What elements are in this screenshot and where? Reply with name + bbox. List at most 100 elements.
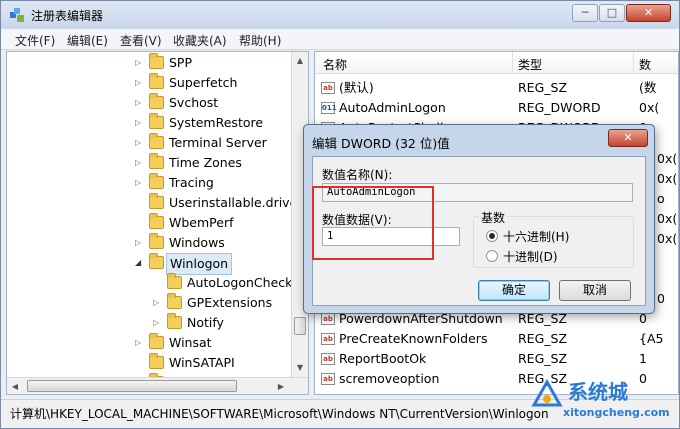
expand-arrow-icon[interactable]: ▷ [135,113,141,133]
scroll-thumb[interactable] [294,317,306,335]
value-type: REG_SZ [518,80,568,95]
scroll-down-icon[interactable]: ▼ [292,359,308,376]
key-tree[interactable]: ▷ SPP ▷ Superfetch ▷ Svchost ▷ SystemRestore… [6,51,309,395]
menu-bar: 文件(F) 编辑(E) 查看(V) 收藏夹(A) 帮助(H) [1,29,679,50]
column-separator [512,52,513,74]
folder-icon [149,73,164,89]
menu-file[interactable]: 文件(F) [15,32,55,49]
dialog-close-button[interactable]: ✕ [608,129,648,147]
folder-open-icon [149,253,164,269]
tree-item-label: WinSATAPI [169,355,235,370]
list-item[interactable]: ab PreCreateKnownFolders REG_SZ {A5 [315,329,678,349]
folder-icon [149,93,164,109]
folder-icon [149,53,164,69]
column-type-header[interactable]: 类型 [518,56,542,73]
registry-editor-window: 注册表编辑器 ─ □ ✕ 文件(F) 编辑(E) 查看(V) 收藏夹(A) 帮助… [0,0,680,429]
folder-icon [149,213,164,229]
string-value-icon: ab [321,313,335,325]
folder-icon [149,153,164,169]
folder-icon [167,313,182,329]
tree-item-label: Winsat [169,335,212,350]
string-value-icon: ab [321,353,335,365]
value-type: REG_DWORD [518,100,601,115]
annotation-highlight-box [312,186,434,260]
ok-button[interactable]: 确定 [478,280,550,301]
list-item[interactable]: ab (默认) REG_SZ (数 [315,78,678,98]
tree-item-label: SPP [169,55,193,70]
tree-item-label: Userinstallable.drivers [169,195,309,210]
menu-favorites[interactable]: 收藏夹(A) [173,32,227,49]
value-type: REG_SZ [518,351,568,366]
tree-horizontal-scrollbar[interactable]: ◀ ▶ [7,377,308,394]
folder-icon [167,293,182,309]
menu-help[interactable]: 帮助(H) [239,32,281,49]
list-item[interactable]: ab ReportBootOk REG_SZ 1 [315,349,678,369]
value-name: PreCreateKnownFolders [339,331,488,346]
folder-icon [149,173,164,189]
scroll-up-icon[interactable]: ▲ [292,52,308,69]
column-name-header[interactable]: 名称 [323,56,347,73]
value-data-fragment: 0x( [657,151,678,166]
expand-arrow-icon[interactable]: ▷ [135,173,141,193]
scroll-left-icon[interactable]: ◀ [7,378,23,394]
dialog-title: 编辑 DWORD (32 位)值 [312,136,450,151]
expand-arrow-icon[interactable]: ▷ [153,313,159,333]
folder-icon [149,353,164,369]
decimal-radio-label[interactable]: 十进制(D) [503,248,558,265]
expand-arrow-icon[interactable]: ▷ [135,93,141,113]
tree-item-label: Terminal Server [169,135,267,150]
value-type: REG_SZ [518,331,568,346]
string-value-icon: ab [321,82,335,94]
value-data: 0 [639,371,647,386]
expand-arrow-icon[interactable]: ▷ [135,153,141,173]
expand-arrow-icon[interactable]: ▷ [135,53,141,73]
scroll-thumb[interactable] [27,380,237,392]
base-label: 基数 [479,209,508,226]
watermark-text: 系统城 [568,380,628,404]
title-bar: 注册表编辑器 ─ □ ✕ [1,1,679,29]
folder-icon [149,133,164,149]
expand-arrow-icon[interactable]: ▷ [135,233,141,253]
tree-item-label: Windows [169,235,225,250]
tree-item-label: AutoLogonChecked [187,275,308,290]
expand-arrow-icon[interactable]: ▷ [135,133,141,153]
value-name: scremoveoption [339,371,440,386]
value-name-label: 数值名称(N): [322,168,393,182]
value-data: 1 [639,351,647,366]
string-value-icon: ab [321,333,335,345]
cancel-button[interactable]: 取消 [559,280,631,301]
value-data-fragment: o [657,191,665,206]
value-data-fragment: 0x( [657,171,678,186]
window-title: 注册表编辑器 [31,9,104,23]
tree-item-label: Superfetch [169,75,238,90]
folder-icon [149,333,164,349]
expand-arrow-icon[interactable]: ▷ [153,293,159,313]
menu-edit[interactable]: 编辑(E) [67,32,108,49]
minimize-button[interactable]: ─ [572,4,598,22]
string-value-icon: ab [321,373,335,385]
column-separator [633,52,634,74]
value-data-fragment: 0 [657,291,665,306]
tree-item-label: GPExtensions [187,295,273,310]
tree-item-label: SystemRestore [169,115,264,130]
status-path: 计算机\HKEY_LOCAL_MACHINE\SOFTWARE\Microsof… [10,407,549,421]
menu-view[interactable]: 查看(V) [120,32,162,49]
base-groupbox: 基数 十六进制(H) 十进制(D) [473,209,634,268]
expand-arrow-icon[interactable]: ▷ [135,333,141,353]
maximize-button[interactable]: □ [599,4,625,22]
tree-item-label: WbemPerf [169,215,234,230]
dword-value-icon: 011 [321,102,337,114]
value-data: {A5 [639,331,664,346]
hex-radio-label[interactable]: 十六进制(H) [503,228,569,245]
tree-item-label: Winlogon [166,253,233,275]
scroll-right-icon[interactable]: ▶ [273,378,289,394]
hex-radio[interactable] [486,230,498,242]
tree-item-label: Svchost [169,95,219,110]
expand-arrow-icon[interactable]: ▷ [135,73,141,93]
collapse-arrow-icon[interactable]: ◢ [135,253,141,273]
list-item[interactable]: 011 AutoAdminLogon REG_DWORD 0x( [315,98,678,118]
decimal-radio[interactable] [486,250,498,262]
tree-item-label: Notify [187,315,224,330]
column-data-header[interactable]: 数 [639,56,651,73]
close-button[interactable]: ✕ [626,4,671,22]
